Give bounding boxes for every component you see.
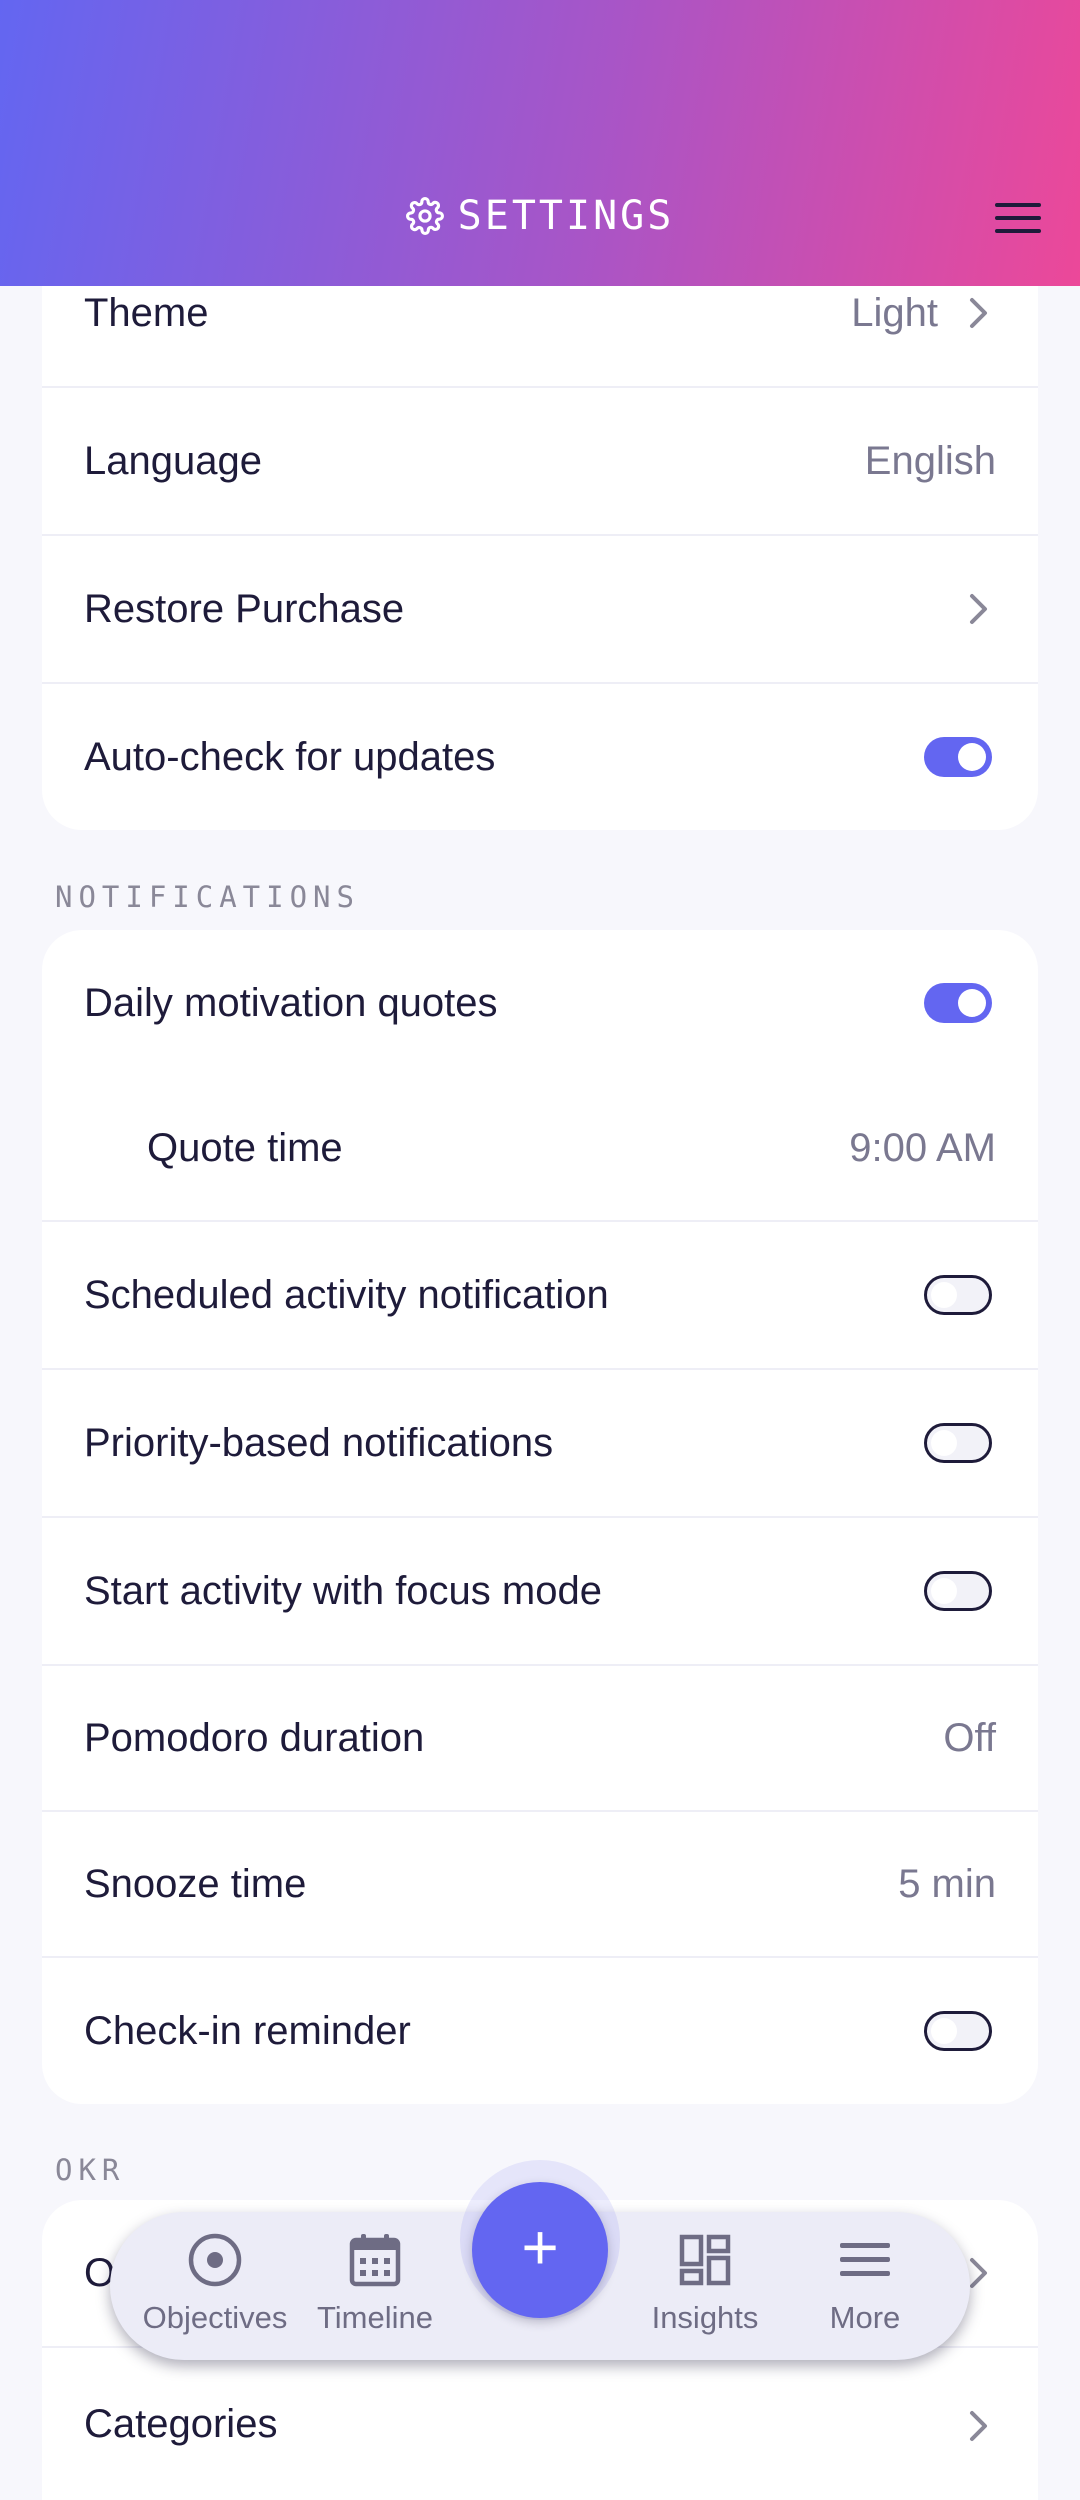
setting-label: Categories	[84, 2402, 278, 2446]
notifications-section-label: NOTIFICATIONS	[55, 880, 360, 914]
categories-row[interactable]: Categories	[42, 2350, 1038, 2498]
nav-more[interactable]: More	[780, 2230, 950, 2350]
setting-value: 5 min	[898, 1861, 996, 1906]
check-in-reminder-row: Check-in reminder	[42, 1958, 1038, 2104]
add-button[interactable]: +	[472, 2182, 608, 2318]
setting-value: English	[864, 438, 996, 483]
setting-label: Priority-based notifications	[84, 1420, 554, 1465]
nav-insights[interactable]: Insights	[620, 2230, 790, 2350]
setting-label: Scheduled activity notification	[84, 1272, 609, 1317]
plus-icon: +	[521, 2211, 559, 2283]
nav-label: Timeline	[317, 2300, 433, 2335]
target-icon	[185, 2230, 245, 2290]
auto-check-updates-row: Auto-check for updates	[42, 684, 1038, 830]
hamburger-line	[995, 216, 1041, 220]
chevron-right-icon	[968, 589, 996, 629]
priority-notifications-row: Priority-based notifications	[42, 1370, 1038, 1518]
gear-icon	[405, 197, 444, 235]
notifications-card: Daily motivation quotes Quote time 9:00 …	[42, 930, 1038, 2104]
okr-section-label: OKR	[55, 2153, 126, 2187]
general-settings-card: Theme Light Language English Restore Pur…	[42, 240, 1038, 830]
dashboard-icon	[675, 2230, 735, 2290]
hamburger-line	[995, 229, 1041, 233]
setting-value: Light	[851, 290, 938, 335]
daily-quotes-toggle[interactable]	[924, 983, 992, 1023]
hamburger-icon	[995, 203, 1041, 207]
chevron-right-icon	[968, 2406, 996, 2446]
setting-label: Restore Purchase	[84, 586, 405, 631]
snooze-time-row[interactable]: Snooze time 5 min	[42, 1812, 1038, 1958]
language-row[interactable]: Language English	[42, 388, 1038, 536]
focus-mode-toggle[interactable]	[924, 1571, 992, 1611]
priority-notifications-toggle[interactable]	[924, 1423, 992, 1463]
page-title: SETTINGS	[0, 188, 1080, 244]
setting-label: Quote time	[147, 1125, 343, 1170]
chevron-right-icon	[968, 2253, 996, 2293]
nav-label: Insights	[651, 2300, 759, 2335]
setting-value: Off	[943, 1715, 996, 1760]
daily-quotes-row: Daily motivation quotes	[42, 930, 1038, 1076]
scheduled-activity-toggle[interactable]	[924, 1275, 992, 1315]
auto-check-updates-toggle[interactable]	[924, 737, 992, 777]
nav-label: Objectives	[142, 2300, 288, 2335]
nav-label: More	[829, 2300, 901, 2335]
setting-value: 9:00 AM	[849, 1125, 996, 1170]
setting-label: Snooze time	[84, 1861, 307, 1906]
menu-icon	[835, 2230, 895, 2290]
scheduled-activity-row: Scheduled activity notification	[42, 1222, 1038, 1370]
check-in-reminder-toggle[interactable]	[924, 2011, 992, 2051]
restore-purchase-row[interactable]: Restore Purchase	[42, 536, 1038, 684]
pomodoro-duration-row[interactable]: Pomodoro duration Off	[42, 1666, 1038, 1812]
setting-label: Daily motivation quotes	[84, 980, 498, 1025]
calendar-icon	[345, 2230, 405, 2290]
nav-timeline[interactable]: Timeline	[290, 2230, 460, 2350]
quote-time-row[interactable]: Quote time 9:00 AM	[42, 1076, 1038, 1222]
nav-objectives[interactable]: Objectives	[130, 2230, 300, 2350]
app-header: SETTINGS	[0, 0, 1080, 286]
header-title-text: SETTINGS	[457, 193, 675, 239]
setting-label: Language	[84, 438, 262, 483]
setting-label: Theme	[84, 290, 209, 335]
chevron-right-icon	[968, 293, 996, 333]
focus-mode-row: Start activity with focus mode	[42, 1518, 1038, 1666]
setting-label: Start activity with focus mode	[84, 1568, 602, 1613]
setting-label: Auto-check for updates	[84, 734, 496, 779]
setting-label: Pomodoro duration	[84, 1715, 425, 1760]
setting-label: Check-in reminder	[84, 2008, 411, 2053]
menu-button[interactable]	[990, 190, 1046, 246]
